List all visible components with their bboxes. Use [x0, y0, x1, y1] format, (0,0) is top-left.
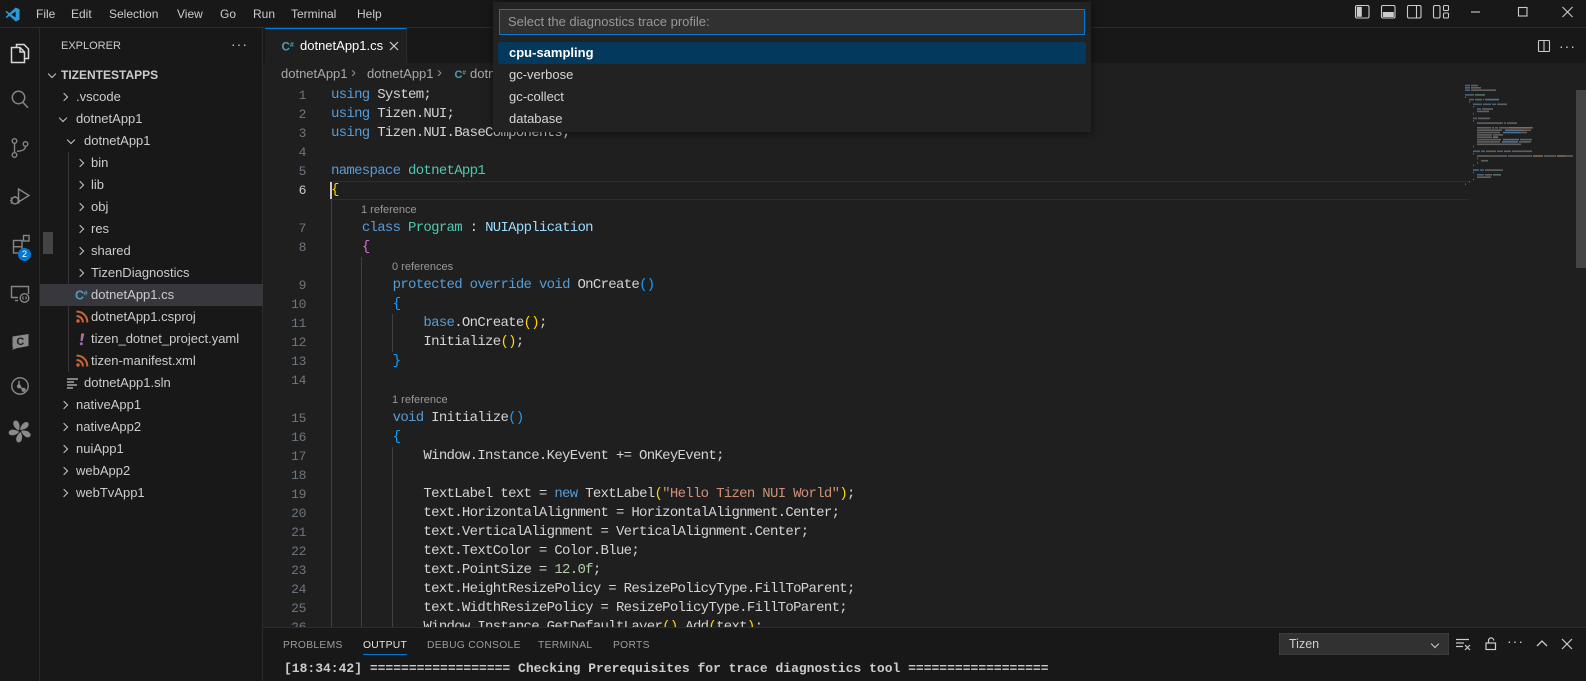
svg-text:#: #: [462, 69, 466, 76]
svg-text:C: C: [16, 336, 24, 348]
svg-text:C: C: [454, 69, 462, 81]
svg-text:#: #: [84, 289, 89, 298]
svg-text:#: #: [290, 42, 294, 49]
